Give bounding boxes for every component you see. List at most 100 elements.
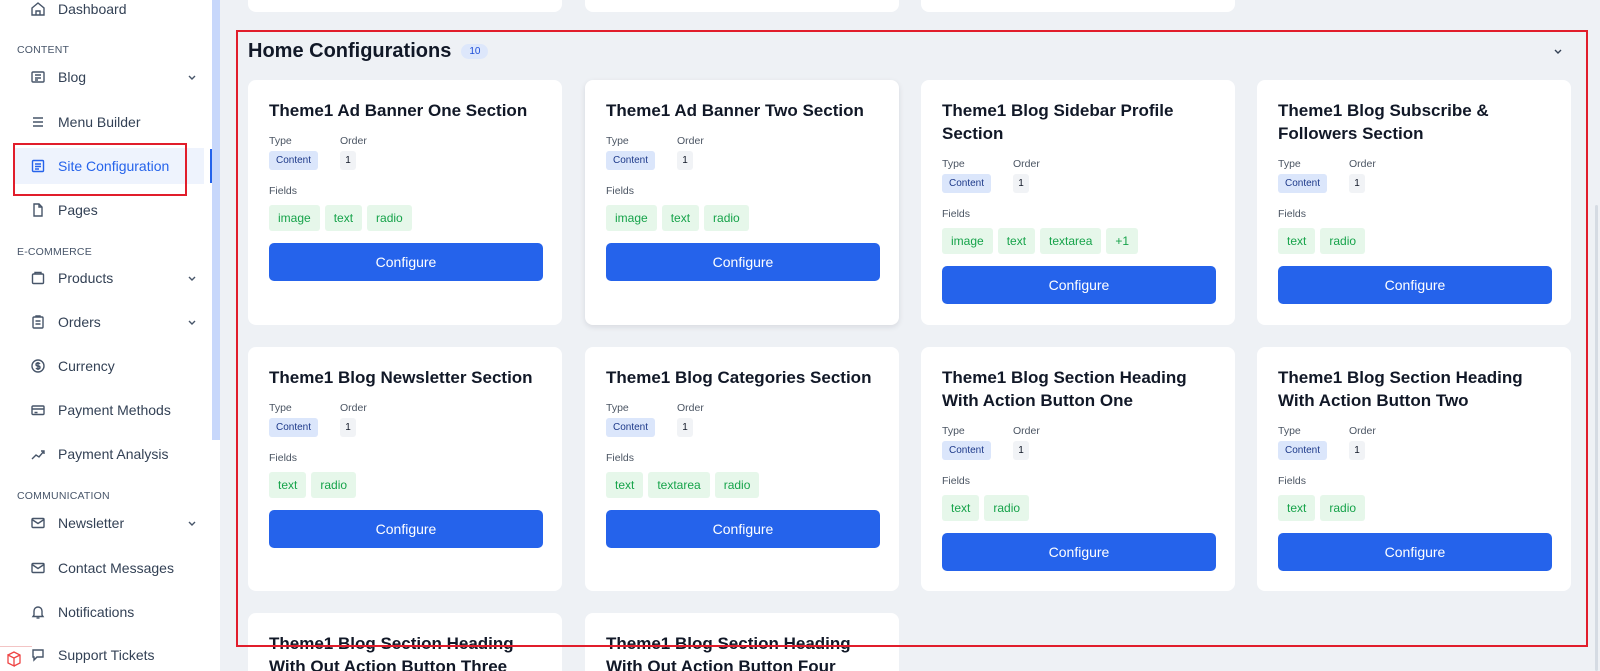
clipboard-icon <box>30 314 46 330</box>
configure-button[interactable]: Configure <box>942 266 1216 304</box>
sidebar-item-orders[interactable]: Orders <box>14 304 204 340</box>
configure-button[interactable]: Configure <box>269 510 543 548</box>
fields-label: Fields <box>606 185 635 197</box>
field-chips: image text radio <box>606 205 749 231</box>
sidebar-item-currency[interactable]: Currency <box>14 348 204 384</box>
section-header[interactable]: Home Configurations 10 <box>248 40 489 63</box>
configure-button[interactable]: Configure <box>269 243 543 281</box>
sidebar-item-pages[interactable]: Pages <box>14 192 204 228</box>
sidebar-item-label: Orders <box>58 314 101 330</box>
field-chip: text <box>1278 228 1316 254</box>
type-badge: Content <box>942 174 992 193</box>
type-badge: Content <box>1278 441 1328 460</box>
sidebar-item-payment-analysis[interactable]: Payment Analysis <box>14 436 204 472</box>
type-badge: Content <box>606 151 656 170</box>
sidebar-item-notifications[interactable]: Notifications <box>14 594 204 630</box>
sidebar: Dashboard CONTENT Blog Menu Builder Site… <box>0 0 220 671</box>
sidebar-item-label: Dashboard <box>58 1 127 17</box>
type-label: Type <box>606 135 629 147</box>
sidebar-scrollbar[interactable] <box>212 0 220 440</box>
card-previous <box>248 0 562 12</box>
order-badge: 1 <box>1349 441 1365 460</box>
sidebar-item-dashboard[interactable]: Dashboard <box>14 0 204 27</box>
fields-label: Fields <box>1278 475 1307 487</box>
config-card: Theme1 Blog Subscribe & Followers Sectio… <box>1257 80 1571 325</box>
section-count-badge: 10 <box>461 44 489 59</box>
newspaper-icon <box>30 69 46 85</box>
order-badge: 1 <box>677 151 693 170</box>
field-chip: text <box>606 472 644 498</box>
sidebar-item-menu-builder[interactable]: Menu Builder <box>14 104 204 140</box>
field-chips: text radio <box>942 495 1030 521</box>
field-chips: text radio <box>1278 495 1366 521</box>
sidebar-item-label: Payment Analysis <box>58 446 169 462</box>
type-label: Type <box>942 425 965 437</box>
menu-icon <box>30 114 46 130</box>
sidebar-item-payment-methods[interactable]: Payment Methods <box>14 392 204 428</box>
type-label: Type <box>1278 425 1301 437</box>
config-card: Theme1 Blog Section Heading With Action … <box>1257 347 1571 591</box>
main-scrollbar[interactable] <box>1595 205 1598 671</box>
order-badge: 1 <box>1013 174 1029 193</box>
configure-button[interactable]: Configure <box>1278 533 1552 571</box>
dollar-circle-icon <box>30 358 46 374</box>
order-label: Order <box>340 402 367 414</box>
field-chip: radio <box>367 205 412 231</box>
sidebar-item-contact-messages[interactable]: Contact Messages <box>14 550 204 586</box>
sidebar-item-label: Menu Builder <box>58 114 141 130</box>
card-title: Theme1 Blog Newsletter Section <box>269 368 533 387</box>
sidebar-item-products[interactable]: Products <box>14 260 204 296</box>
chevron-down-icon[interactable] <box>186 272 198 284</box>
sidebar-item-label: Contact Messages <box>58 560 174 576</box>
order-label: Order <box>1013 425 1040 437</box>
order-badge: 1 <box>677 418 693 437</box>
field-chip: text <box>661 205 700 231</box>
sidebar-item-label: Products <box>58 270 114 286</box>
sidebar-item-label: Blog <box>58 69 87 85</box>
credit-card-icon <box>30 402 46 418</box>
type-badge: Content <box>942 441 992 460</box>
highlight-box-sidebar <box>13 143 187 196</box>
fields-label: Fields <box>942 208 971 220</box>
chevron-down-icon[interactable] <box>186 517 198 529</box>
card-title: Theme1 Blog Sidebar Profile Section <box>942 101 1174 143</box>
field-chip: radio <box>704 205 749 231</box>
order-label: Order <box>340 135 367 147</box>
section-title: Home Configurations <box>248 40 452 62</box>
sidebar-item-newsletter[interactable]: Newsletter <box>14 505 204 541</box>
card-title: Theme1 Blog Section Heading With Action … <box>1278 368 1523 410</box>
sidebar-item-label: Payment Methods <box>58 402 171 418</box>
field-chip: radio <box>984 495 1030 521</box>
field-chip: radio <box>311 472 357 498</box>
chevron-down-icon[interactable] <box>186 71 198 83</box>
card-title: Theme1 Blog Section Heading With Action … <box>942 368 1187 410</box>
envelope-icon <box>30 560 46 576</box>
sidebar-item-support-tickets[interactable]: Support Tickets <box>14 637 204 671</box>
card-title: Theme1 Blog Section Heading With Out Act… <box>606 634 851 671</box>
field-chip: text <box>1278 495 1316 521</box>
type-badge: Content <box>269 151 319 170</box>
field-chip: image <box>942 228 993 254</box>
field-chip: textarea <box>1040 228 1102 254</box>
order-badge: 1 <box>1013 441 1029 460</box>
fields-label: Fields <box>1278 208 1307 220</box>
configure-button[interactable]: Configure <box>606 243 880 281</box>
card-title: Theme1 Blog Section Heading With Out Act… <box>269 634 514 671</box>
sidebar-item-label: Notifications <box>58 604 135 620</box>
chevron-down-icon[interactable] <box>186 316 198 328</box>
type-label: Type <box>1278 158 1301 170</box>
card-title: Theme1 Blog Categories Section <box>606 368 872 387</box>
configure-button[interactable]: Configure <box>1278 266 1552 304</box>
config-card: Theme1 Blog Categories Section Type Orde… <box>585 347 899 591</box>
fields-label: Fields <box>269 452 298 464</box>
field-chip-more[interactable]: +1 <box>1106 228 1139 254</box>
order-label: Order <box>677 402 704 414</box>
configure-button[interactable]: Configure <box>942 533 1216 571</box>
section-label-content: CONTENT <box>17 44 70 56</box>
configure-button[interactable]: Configure <box>606 510 880 548</box>
config-card: Theme1 Blog Sidebar Profile Section Type… <box>921 80 1235 325</box>
field-chip: textarea <box>648 472 710 498</box>
sidebar-item-blog[interactable]: Blog <box>14 59 204 95</box>
chevron-down-icon[interactable] <box>1552 45 1564 57</box>
page-icon <box>30 202 46 218</box>
